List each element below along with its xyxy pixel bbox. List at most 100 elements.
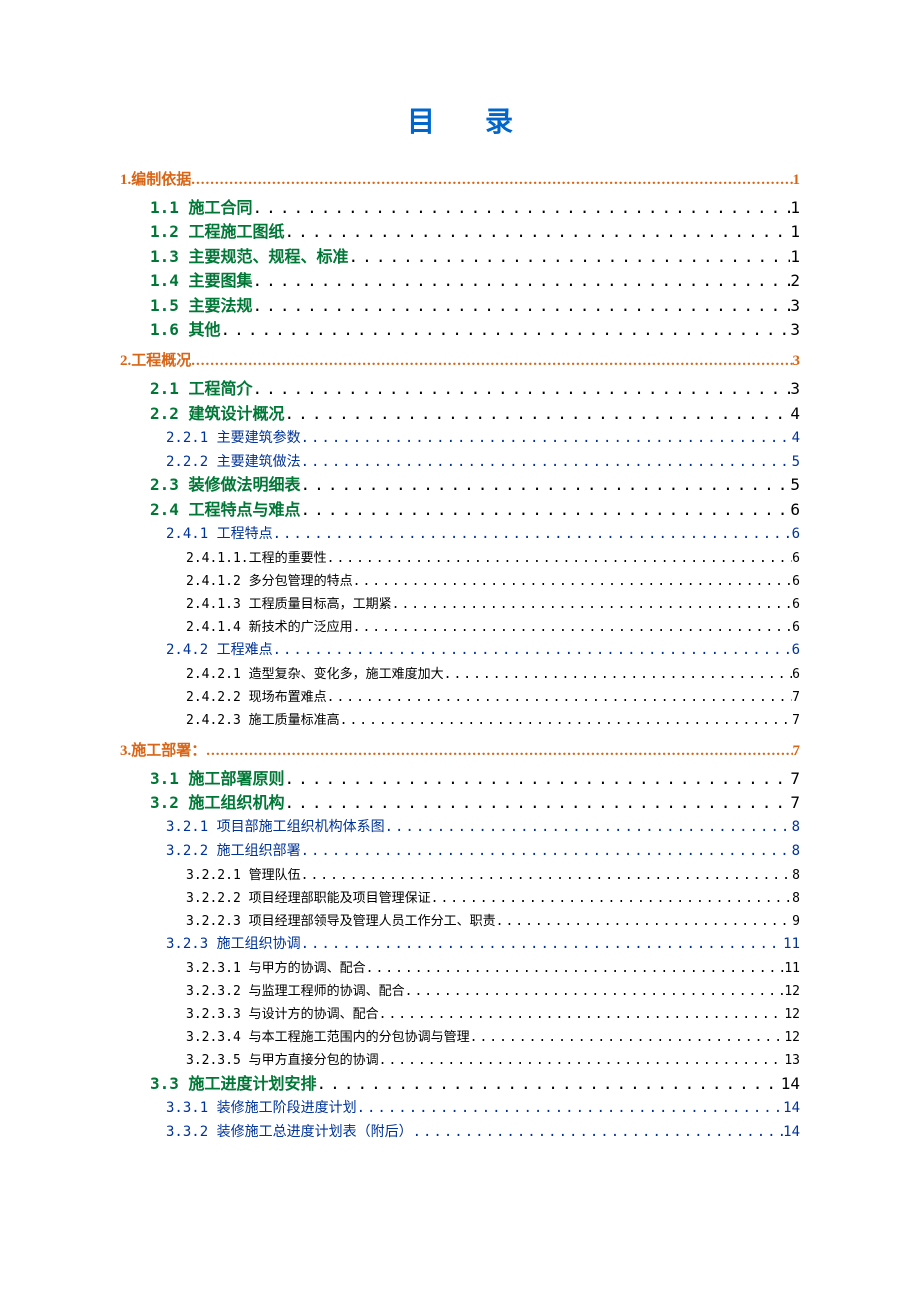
toc-entry[interactable]: 3.2.3.5 与甲方直接分包的协调13 <box>120 1052 800 1070</box>
toc-entry-page: 3 <box>790 319 800 341</box>
toc-entry[interactable]: 2.3 装修做法明细表5 <box>120 474 800 496</box>
toc-entry[interactable]: 3.2.3.1 与甲方的协调、配合11 <box>120 960 800 978</box>
toc-dots <box>253 295 791 317</box>
toc-entry-label: 1.2 工程施工图纸 <box>150 221 285 243</box>
toc-entry[interactable]: 2.4.1.1.工程的重要性 6 <box>120 550 800 568</box>
toc-entry-label: 1.6 其他 <box>150 319 221 341</box>
toc-dots <box>405 983 785 1001</box>
toc-entry-page: 6 <box>792 666 800 684</box>
toc-dots <box>385 818 792 838</box>
toc-entry[interactable]: 2.4.2 工程难点6 <box>120 641 800 661</box>
toc-entry-page: 8 <box>792 818 800 838</box>
toc-entry[interactable]: 3.2.2.3 项目经理部领导及管理人员工作分工、职责 9 <box>120 913 800 931</box>
toc-entry-page: 1 <box>790 197 800 219</box>
toc-entry[interactable]: 1.5 主要法规3 <box>120 295 800 317</box>
toc-entry-label: 3.3.1 装修施工阶段进度计划 <box>166 1099 357 1119</box>
toc-entry[interactable]: 3.2.2 施工组织部署8 <box>120 842 800 862</box>
toc-entry[interactable]: 2.1 工程简介3 <box>120 378 800 400</box>
toc-entry-page: 4 <box>792 429 800 449</box>
toc-entry-page: 1 <box>790 221 800 243</box>
toc-entry-label: 1.5 主要法规 <box>150 295 253 317</box>
toc-dots <box>301 429 792 449</box>
toc-entry[interactable]: 1.1 施工合同 1 <box>120 197 800 219</box>
toc-entry[interactable]: 1.2 工程施工图纸 1 <box>120 221 800 243</box>
toc-dots <box>431 890 793 908</box>
toc-dots <box>253 270 791 292</box>
toc-dots <box>379 1006 785 1024</box>
toc-dots <box>340 712 793 730</box>
toc-entry[interactable]: 1.3 主要规范、规程、标准1 <box>120 246 800 268</box>
toc-entry[interactable]: 2.4.1.3 工程质量目标高，工期紧 6 <box>120 596 800 614</box>
toc-entry-page: 6 <box>792 573 800 591</box>
toc-entry-page: 6 <box>792 550 800 568</box>
toc-entry-label: 3.施工部署： <box>120 741 206 762</box>
toc-entry[interactable]: 3.3.1 装修施工阶段进度计划14 <box>120 1099 800 1119</box>
toc-entry-page: 3 <box>793 351 801 372</box>
toc-entry[interactable]: 3.2.2.1 管理队伍8 <box>120 867 800 885</box>
toc-entry[interactable]: 2.2 建筑设计概况4 <box>120 403 800 425</box>
toc-entry-page: 7 <box>790 768 800 790</box>
toc-entry[interactable]: 2.4.2.2 现场布置难点7 <box>120 689 800 707</box>
toc-entry[interactable]: 3.2.2.2 项目经理部职能及项目管理保证8 <box>120 890 800 908</box>
toc-entry[interactable]: 3.3 施工进度计划安排14 <box>120 1073 800 1095</box>
toc-container: 1.编制依据1 1.1 施工合同 1 1.2 工程施工图纸 1 1.3 主要规范、规程、标… <box>120 170 800 1142</box>
toc-entry[interactable]: 3.2.1 项目部施工组织机构体系图 8 <box>120 818 800 838</box>
toc-entry-page: 5 <box>790 474 800 496</box>
toc-dots <box>301 935 784 955</box>
toc-entry[interactable]: 1.编制依据1 <box>120 170 800 191</box>
toc-entry[interactable]: 1.4 主要图集 2 <box>120 270 800 292</box>
toc-entry-label: 1.1 施工合同 <box>150 197 253 219</box>
toc-entry-label: 3.3 施工进度计划安排 <box>150 1073 317 1095</box>
toc-entry-label: 2.4.1.3 工程质量目标高，工期紧 <box>186 596 392 614</box>
toc-dots <box>253 378 791 400</box>
toc-entry[interactable]: 2.4.2.1 造型复杂、变化多，施工难度加大 6 <box>120 666 800 684</box>
toc-dots <box>392 596 793 614</box>
toc-dots <box>191 170 792 191</box>
toc-entry[interactable]: 2.4.1.4 新技术的广泛应用6 <box>120 619 800 637</box>
toc-entry[interactable]: 2.2.1 主要建筑参数4 <box>120 429 800 449</box>
toc-entry-page: 6 <box>792 596 800 614</box>
toc-dots <box>327 689 793 707</box>
toc-entry[interactable]: 2.2.2 主要建筑做法5 <box>120 453 800 473</box>
toc-entry-page: 7 <box>790 792 800 814</box>
toc-entry-label: 3.2.3.1 与甲方的协调、配合 <box>186 960 366 978</box>
toc-entry-page: 11 <box>783 935 800 955</box>
toc-entry-page: 2 <box>790 270 800 292</box>
toc-entry[interactable]: 3.2.3.2 与监理工程师的协调、配合 12 <box>120 983 800 1001</box>
toc-entry-label: 3.2.2.3 项目经理部领导及管理人员工作分工、职责 <box>186 913 496 931</box>
toc-entry[interactable]: 2.4 工程特点与难点 6 <box>120 499 800 521</box>
toc-entry-label: 2.4.1.1.工程的重要性 <box>186 550 327 568</box>
toc-entry-label: 1.4 主要图集 <box>150 270 253 292</box>
toc-entry[interactable]: 1.6 其他 3 <box>120 319 800 341</box>
toc-entry[interactable]: 2.4.2.3 施工质量标准高7 <box>120 712 800 730</box>
toc-entry-page: 12 <box>784 1006 800 1024</box>
toc-entry[interactable]: 3.1 施工部署原则7 <box>120 768 800 790</box>
toc-entry-label: 3.2.3.4 与本工程施工范围内的分包协调与管理 <box>186 1029 470 1047</box>
toc-entry-page: 5 <box>792 453 800 473</box>
toc-entry-label: 3.2.3.5 与甲方直接分包的协调 <box>186 1052 379 1070</box>
toc-dots <box>470 1029 785 1047</box>
toc-entry[interactable]: 2.工程概况3 <box>120 351 800 372</box>
toc-entry[interactable]: 2.4.1 工程特点6 <box>120 525 800 545</box>
toc-entry-label: 2.2 建筑设计概况 <box>150 403 285 425</box>
toc-dots <box>273 525 792 545</box>
toc-entry[interactable]: 3.施工部署：7 <box>120 741 800 762</box>
toc-entry[interactable]: 3.3.2 装修施工总进度计划表（附后）14 <box>120 1123 800 1143</box>
toc-entry-page: 6 <box>792 525 800 545</box>
toc-entry-page: 7 <box>792 689 800 707</box>
toc-entry[interactable]: 3.2.3 施工组织协调11 <box>120 935 800 955</box>
toc-dots <box>285 221 791 243</box>
toc-entry-page: 6 <box>790 499 800 521</box>
toc-entry[interactable]: 3.2.3.3 与设计方的协调、配合12 <box>120 1006 800 1024</box>
toc-entry-page: 9 <box>792 913 800 931</box>
toc-entry-label: 2.4 工程特点与难点 <box>150 499 301 521</box>
toc-entry-page: 6 <box>792 619 800 637</box>
toc-entry-label: 3.2.1 项目部施工组织机构体系图 <box>166 818 385 838</box>
toc-entry-label: 2.4.2.1 造型复杂、变化多，施工难度加大 <box>186 666 444 684</box>
toc-entry[interactable]: 2.4.1.2 多分包管理的特点6 <box>120 573 800 591</box>
toc-entry[interactable]: 3.2.3.4 与本工程施工范围内的分包协调与管理12 <box>120 1029 800 1047</box>
toc-entry[interactable]: 3.2 施工组织机构7 <box>120 792 800 814</box>
toc-entry-page: 7 <box>792 712 800 730</box>
toc-entry-page: 12 <box>784 983 800 1001</box>
toc-entry-label: 3.2.3.2 与监理工程师的协调、配合 <box>186 983 405 1001</box>
